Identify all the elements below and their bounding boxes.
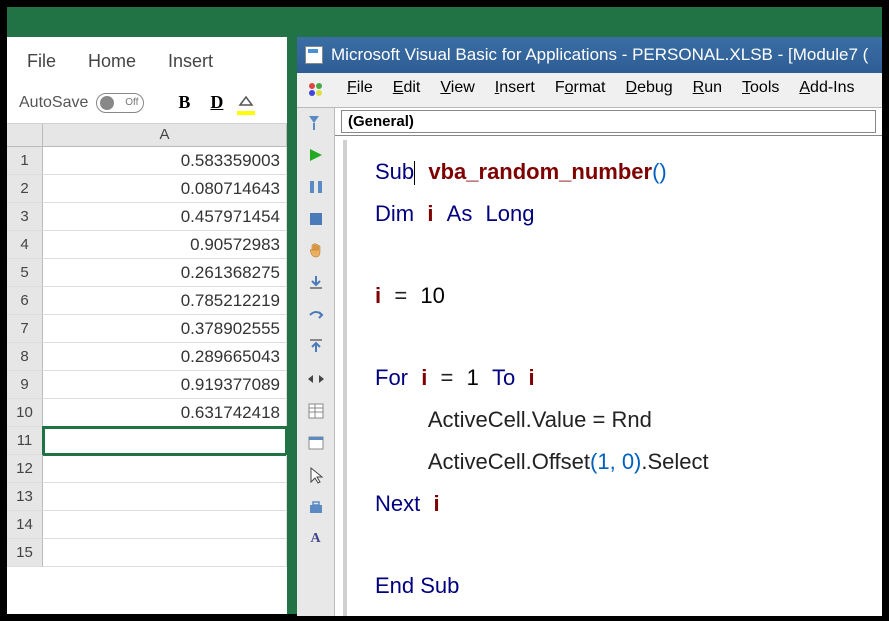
row-header[interactable]: 13: [7, 483, 43, 511]
sort-icon[interactable]: A: [305, 528, 327, 550]
row-header[interactable]: 4: [7, 231, 43, 259]
row-header[interactable]: 14: [7, 511, 43, 539]
vba-title: Microsoft Visual Basic for Applications …: [331, 45, 868, 65]
cell[interactable]: [43, 455, 287, 483]
vba-app-icon: [305, 46, 323, 64]
pause-icon[interactable]: [305, 176, 327, 198]
autosave-state: Off: [125, 97, 138, 108]
stop-icon[interactable]: [305, 208, 327, 230]
menu-insert[interactable]: Insert: [168, 51, 213, 72]
autosave-label: AutoSave: [19, 94, 88, 112]
row-header[interactable]: 5: [7, 259, 43, 287]
underline-button[interactable]: D: [204, 90, 229, 115]
cell[interactable]: 0.785212219: [43, 287, 287, 315]
toolbox-icon[interactable]: [305, 496, 327, 518]
vba-menu-run[interactable]: Run: [693, 79, 722, 101]
cell[interactable]: 0.261368275: [43, 259, 287, 287]
design-mode-icon[interactable]: [305, 112, 327, 134]
run-icon[interactable]: [305, 144, 327, 166]
step-over-icon[interactable]: [305, 304, 327, 326]
row-header[interactable]: 2: [7, 175, 43, 203]
fill-color-button[interactable]: [237, 93, 257, 113]
sheet-row: 14: [7, 511, 287, 539]
vba-menu-debug[interactable]: Debug: [626, 79, 673, 101]
cell[interactable]: [43, 483, 287, 511]
hand-icon[interactable]: [305, 240, 327, 262]
cell[interactable]: 0.080714643: [43, 175, 287, 203]
bold-button[interactable]: B: [172, 90, 196, 115]
row-header[interactable]: 3: [7, 203, 43, 231]
code-pane: (General) Sub vba_random_number() Dim i …: [335, 108, 882, 616]
row-header[interactable]: 7: [7, 315, 43, 343]
vba-menu-addins[interactable]: Add-Ins: [799, 79, 854, 101]
vba-toolbox: A: [297, 108, 335, 616]
cell[interactable]: 0.90572983: [43, 231, 287, 259]
project-icon[interactable]: [305, 432, 327, 454]
cell[interactable]: 0.919377089: [43, 371, 287, 399]
cell[interactable]: 0.583359003: [43, 147, 287, 175]
sheet-row: 20.080714643: [7, 175, 287, 203]
excel-menubar: File Home Insert: [7, 37, 287, 86]
step-out-icon[interactable]: [305, 336, 327, 358]
cell[interactable]: [43, 539, 287, 567]
vba-menu-view[interactable]: View: [440, 79, 474, 101]
cell[interactable]: 0.378902555: [43, 315, 287, 343]
excel-window: File Home Insert AutoSave Off B D A 10.5…: [7, 37, 287, 614]
row-header[interactable]: 11: [7, 427, 43, 455]
spreadsheet: A 10.58335900320.08071464330.45797145440…: [7, 124, 287, 567]
sheet-row: 100.631742418: [7, 399, 287, 427]
sheet-row: 90.919377089: [7, 371, 287, 399]
sheet-row: 15: [7, 539, 287, 567]
row-header[interactable]: 12: [7, 455, 43, 483]
cursor-icon[interactable]: [305, 464, 327, 486]
row-header[interactable]: 9: [7, 371, 43, 399]
row-header[interactable]: 10: [7, 399, 43, 427]
cell[interactable]: 0.289665043: [43, 343, 287, 371]
excel-toolbar: AutoSave Off B D: [7, 86, 287, 124]
sheet-row: 11: [7, 427, 287, 455]
row-header[interactable]: 8: [7, 343, 43, 371]
cell[interactable]: [43, 427, 287, 455]
cell[interactable]: 0.631742418: [43, 399, 287, 427]
menu-file[interactable]: File: [27, 51, 56, 72]
sheet-row: 60.785212219: [7, 287, 287, 315]
vba-menu-icon[interactable]: [305, 79, 327, 101]
sheet-row: 12: [7, 455, 287, 483]
vba-menubar: File Edit View Insert Format Debug Run T…: [297, 73, 882, 108]
nav-arrows-icon[interactable]: [305, 368, 327, 390]
object-dropdown[interactable]: (General): [341, 110, 876, 133]
autosave-toggle[interactable]: Off: [96, 93, 144, 113]
sheet-row: 13: [7, 483, 287, 511]
vba-editor-window: Microsoft Visual Basic for Applications …: [297, 37, 882, 614]
code-editor[interactable]: Sub vba_random_number() Dim i As Long i …: [343, 140, 882, 616]
sheet-row: 40.90572983: [7, 231, 287, 259]
vba-menu-tools[interactable]: Tools: [742, 79, 779, 101]
select-all-corner[interactable]: [7, 124, 43, 146]
vba-menu-insert[interactable]: Insert: [495, 79, 535, 101]
sheet-row: 30.457971454: [7, 203, 287, 231]
cell[interactable]: 0.457971454: [43, 203, 287, 231]
sheet-row: 10.583359003: [7, 147, 287, 175]
sheet-row: 70.378902555: [7, 315, 287, 343]
vba-menu-file[interactable]: File: [347, 79, 373, 101]
vba-titlebar[interactable]: Microsoft Visual Basic for Applications …: [297, 37, 882, 73]
row-header[interactable]: 1: [7, 147, 43, 175]
vba-menu-format[interactable]: Format: [555, 79, 606, 101]
vba-menu-edit[interactable]: Edit: [393, 79, 421, 101]
row-header[interactable]: 15: [7, 539, 43, 567]
properties-icon[interactable]: [305, 400, 327, 422]
sheet-row: 50.261368275: [7, 259, 287, 287]
row-header[interactable]: 6: [7, 287, 43, 315]
sheet-row: 80.289665043: [7, 343, 287, 371]
column-header-a[interactable]: A: [43, 124, 287, 146]
cell[interactable]: [43, 511, 287, 539]
step-into-icon[interactable]: [305, 272, 327, 294]
menu-home[interactable]: Home: [88, 51, 136, 72]
app-frame: File Home Insert AutoSave Off B D A 10.5…: [7, 7, 882, 614]
